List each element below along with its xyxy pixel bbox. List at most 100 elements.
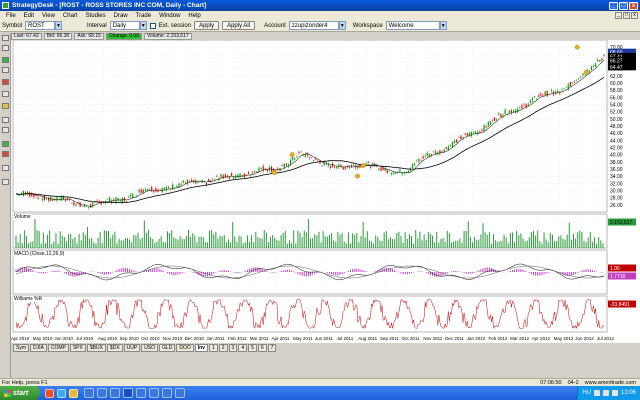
volume-bar xyxy=(196,242,198,248)
taskbar-window-strategydesk[interactable] xyxy=(123,388,133,398)
start-button[interactable]: start xyxy=(0,386,40,400)
zoom-out-icon[interactable] xyxy=(2,127,9,133)
symbol-dropdown-icon[interactable]: ▼ xyxy=(55,21,63,30)
volume-bar xyxy=(520,233,522,248)
macd-histogram-bar xyxy=(108,272,110,275)
price-axis-label: 56.00 xyxy=(610,95,623,101)
crosshair-tool-icon[interactable] xyxy=(2,45,9,51)
text-tool-icon[interactable] xyxy=(2,91,9,97)
taskbar-window-6[interactable] xyxy=(149,388,159,398)
channel-tool-icon[interactable] xyxy=(2,103,9,109)
properties-icon[interactable] xyxy=(2,179,9,185)
taskbar-window-5[interactable] xyxy=(136,388,146,398)
fibonacci-tool-icon[interactable] xyxy=(2,79,9,85)
trendline-tool-icon[interactable] xyxy=(2,57,9,63)
taskbar-window-7[interactable] xyxy=(162,388,172,398)
account-select[interactable]: zzupizonder4 xyxy=(288,21,339,30)
tab-uup[interactable]: UUP xyxy=(123,343,141,352)
network-icon[interactable] xyxy=(593,390,600,396)
tab-comp[interactable]: COMP xyxy=(47,343,69,352)
menu-help[interactable]: Help xyxy=(184,13,204,19)
quicklaunch-app-icon[interactable] xyxy=(45,388,54,398)
mdi-close-button[interactable]: x xyxy=(631,12,638,19)
buy-order-icon[interactable] xyxy=(2,141,9,147)
macd-histogram-bar xyxy=(484,267,486,272)
tab-sym[interactable]: Sym xyxy=(13,343,29,352)
minimize-button[interactable]: _ xyxy=(609,1,618,10)
volume-bar xyxy=(362,221,364,248)
tab-doo[interactable]: DOO xyxy=(176,343,194,352)
macd-histogram-bar xyxy=(354,268,356,272)
tab-6[interactable]: 6 xyxy=(257,343,267,352)
macd-histogram-bar xyxy=(209,272,211,276)
tab-bux[interactable]: $BUX xyxy=(86,343,106,352)
menu-studies[interactable]: Studies xyxy=(82,13,110,19)
candle-body xyxy=(87,207,90,208)
taskbar-window-3[interactable] xyxy=(110,388,120,398)
tab-spx[interactable]: SPX xyxy=(69,343,86,352)
menu-trade[interactable]: Trade xyxy=(132,13,155,19)
tab-djia[interactable]: DJIA xyxy=(30,343,47,352)
volume-icon[interactable] xyxy=(602,390,609,396)
tab-inv[interactable]: Inv xyxy=(194,343,208,352)
quicklaunch-folder-icon[interactable] xyxy=(69,388,78,398)
language-indicator[interactable]: HU xyxy=(582,390,591,396)
chart-svg[interactable]: 70.0068.0066.0064.0062.0060.0058.0056.00… xyxy=(11,40,640,343)
tab-4[interactable]: 4 xyxy=(238,343,248,352)
interval-dropdown-icon[interactable]: ▼ xyxy=(139,21,147,30)
tab-3[interactable]: 3 xyxy=(228,343,238,352)
menu-window[interactable]: Window xyxy=(155,13,184,19)
candle-body xyxy=(289,159,292,165)
tab-uso[interactable]: USO xyxy=(141,343,159,352)
workspace-select[interactable]: Welcome xyxy=(385,21,440,30)
volume-bar xyxy=(602,243,604,248)
symbol-input[interactable]: ROST xyxy=(25,21,56,30)
menu-chart[interactable]: Chart xyxy=(59,13,82,19)
antivirus-icon[interactable] xyxy=(611,390,618,396)
volume-bar xyxy=(72,239,74,248)
volume-bar xyxy=(198,236,200,248)
macd-histogram-bar xyxy=(591,270,593,272)
tab-gld[interactable]: GLD xyxy=(159,343,176,352)
quicklaunch-browser-icon[interactable] xyxy=(57,388,66,398)
price-axis-label: 30.00 xyxy=(610,189,623,195)
tab-2[interactable]: 2 xyxy=(218,343,228,352)
sell-order-icon[interactable] xyxy=(2,151,9,157)
taskbar-window-2[interactable] xyxy=(97,388,107,398)
menu-edit[interactable]: Edit xyxy=(20,13,38,19)
horizontal-line-tool-icon[interactable] xyxy=(2,67,9,73)
taskbar-window-1[interactable] xyxy=(84,388,94,398)
tab-7[interactable]: 7 xyxy=(267,343,277,352)
zoom-in-icon[interactable] xyxy=(2,117,9,123)
mdi-maximize-button[interactable]: □ xyxy=(623,12,630,19)
macd-histogram-bar xyxy=(215,272,217,273)
account-dropdown-icon[interactable]: ▼ xyxy=(338,21,346,30)
cursor-tool-icon[interactable] xyxy=(2,35,9,41)
macd-histogram-bar xyxy=(490,268,492,272)
macd-histogram-bar xyxy=(337,272,339,276)
tab-dx[interactable]: $DX xyxy=(106,343,123,352)
delete-drawing-icon[interactable] xyxy=(2,165,9,171)
menu-view[interactable]: View xyxy=(38,13,59,19)
macd-histogram-bar xyxy=(246,269,248,272)
apply-button[interactable]: Apply xyxy=(194,21,220,30)
volume-bar xyxy=(74,237,76,248)
interval-select[interactable]: Daily xyxy=(109,21,140,30)
candle-body xyxy=(411,164,414,169)
maximize-button[interactable]: □ xyxy=(619,1,628,10)
menu-draw[interactable]: Draw xyxy=(110,13,132,19)
tab-5[interactable]: 5 xyxy=(248,343,257,352)
tab-1[interactable]: 1 xyxy=(208,343,218,352)
macd-histogram-bar xyxy=(394,270,396,272)
menu-file[interactable]: File xyxy=(2,13,20,19)
mdi-minimize-button[interactable]: _ xyxy=(615,12,622,19)
chart-area[interactable]: 70.0068.0066.0064.0062.0060.0058.0056.00… xyxy=(11,40,640,343)
apply-all-button[interactable]: Apply All xyxy=(222,21,256,30)
volume-bar xyxy=(68,234,70,248)
volume-bar xyxy=(192,233,194,248)
workspace-dropdown-icon[interactable]: ▼ xyxy=(439,21,447,30)
taskbar-window-8[interactable] xyxy=(175,388,185,398)
macd-histogram-bar xyxy=(74,272,76,277)
ext-session-checkbox[interactable] xyxy=(149,22,156,29)
close-button[interactable]: x xyxy=(629,1,638,10)
